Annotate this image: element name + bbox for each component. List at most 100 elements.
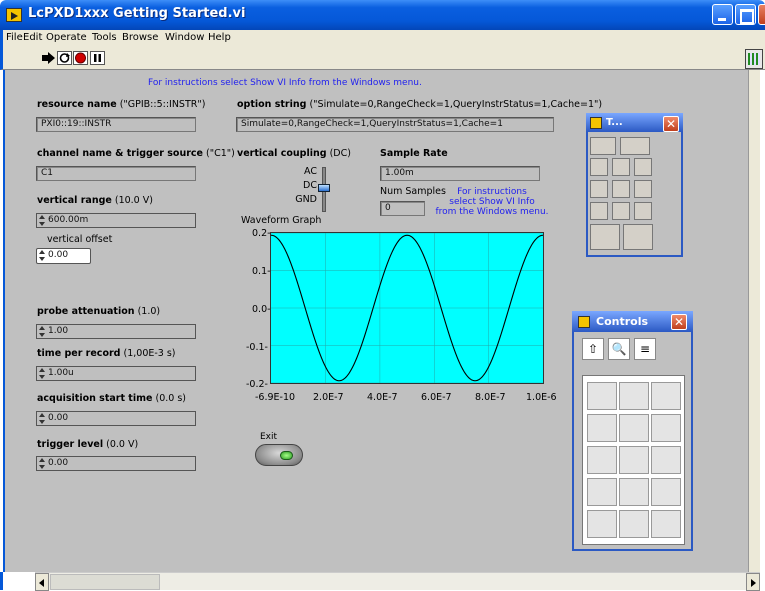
coupling-option-ac[interactable]: AC [295,166,317,177]
run-continuously-icon[interactable] [57,51,72,65]
channel-field[interactable]: C1 [36,166,196,181]
refnum-icon[interactable] [651,446,681,474]
user-controls-icon[interactable] [651,510,681,538]
spin-arrows-icon[interactable] [38,458,45,469]
window-frame-left [0,572,35,590]
probe-attenuation-control[interactable]: 1.00 [36,324,196,339]
breakpoint-icon[interactable] [590,202,608,220]
classic-controls-icon[interactable] [619,478,649,506]
horizontal-scroll-thumb[interactable] [50,574,160,590]
time-per-record-control[interactable]: 1.00u [36,366,196,381]
menu-tools[interactable]: Tools [92,32,117,43]
x-tick-label: 6.0E-7 [421,392,452,403]
y-tick-label: -0.2- [246,379,268,390]
array-cluster-icon[interactable] [587,414,617,442]
num-samples-field[interactable]: 0 [380,201,425,216]
y-tick-label: 0.0- [252,304,271,315]
toolbar [0,47,765,70]
spin-arrows-icon[interactable] [38,368,45,379]
boolean-controls-icon[interactable] [619,382,649,410]
numeric-controls-icon[interactable] [587,382,617,410]
close-button[interactable] [758,4,765,25]
probe-attenuation-label: probe attenuation (1.0) [37,306,161,317]
string-path-icon[interactable] [651,382,681,410]
shortcut-menu-icon[interactable] [612,180,630,198]
acq-start-control[interactable]: 0.00 [36,411,196,426]
select-control-icon[interactable] [619,510,649,538]
labview-palette-icon [590,117,602,129]
vertical-scrollbar[interactable] [748,70,760,572]
coupling-option-gnd[interactable]: GND [289,194,317,205]
coupling-option-dc[interactable]: DC [295,180,317,191]
auto-tool-icon[interactable] [590,137,616,155]
controls-palette-title: Controls [596,315,649,328]
horizontal-scrollbar[interactable] [35,572,760,591]
vertical-offset-control[interactable]: 0.00 [36,248,91,264]
decorations-icon[interactable] [587,510,617,538]
probe-attenuation-value: 1.00 [48,326,69,336]
sample-rate-field[interactable]: 1.00m [380,166,540,181]
instructions-text: For instructions select Show VI Info fro… [148,78,422,88]
vertical-range-value: 600.00m [48,215,89,225]
position-arrow-icon[interactable] [612,158,630,176]
labview-app-icon [6,8,22,22]
search-icon[interactable]: 🔍 [608,338,630,360]
x-tick-label: 8.0E-7 [475,392,506,403]
menu-file[interactable]: File [6,32,23,43]
menu-help[interactable]: Help [208,32,231,43]
trigger-level-label: trigger level (0.0 V) [37,439,139,450]
resource-name-field[interactable]: PXI0::19::INSTR [36,117,196,132]
color-picker-icon[interactable] [590,224,620,250]
trigger-level-value: 0.00 [48,458,69,468]
spin-arrows-icon[interactable] [38,215,45,226]
tools-palette-close-icon[interactable]: ✕ [663,116,679,132]
io-controls-icon[interactable] [619,446,649,474]
maximize-button[interactable] [735,4,756,25]
controls-palette-close-icon[interactable]: ✕ [671,314,687,330]
ring-enum-icon[interactable] [587,446,617,474]
menu-operate[interactable]: Operate [46,32,87,43]
trigger-level-control[interactable]: 0.00 [36,456,196,471]
channel-label: channel name & trigger source ("C1") [37,148,235,159]
spin-arrows-icon[interactable] [38,413,45,424]
options-icon[interactable]: ≡ [634,338,656,360]
operate-hand-icon[interactable] [590,158,608,176]
probe-icon[interactable] [612,202,630,220]
x-tick-label: 4.0E-7 [367,392,398,403]
wire-spool-icon[interactable] [590,180,608,198]
option-string-field[interactable]: Simulate=0,RangeCheck=1,QueryInstrStatus… [236,117,554,132]
vertical-coupling-label: vertical coupling (DC) [237,148,351,159]
y-tick-label: 0.2- [252,228,271,239]
paint-brush-icon[interactable] [623,224,653,250]
list-table-icon[interactable] [619,414,649,442]
abort-icon[interactable] [73,51,88,65]
coupling-switch-thumb[interactable] [318,184,330,192]
color-copy-icon[interactable] [634,202,652,220]
option-string-label: option string ("Simulate=0,RangeCheck=1,… [237,99,603,110]
menu-browse[interactable]: Browse [122,32,158,43]
exit-led-icon [280,451,293,460]
spin-arrows-icon[interactable] [38,250,45,261]
scroll-hand-icon[interactable] [634,180,652,198]
vertical-offset-label: vertical offset [47,234,113,245]
scroll-left-arrow-icon[interactable] [35,573,49,591]
pause-icon[interactable] [90,51,105,65]
minimize-button[interactable] [712,4,733,25]
menu-edit[interactable]: Edit [23,32,42,43]
vi-connector-icon[interactable] [745,49,763,69]
auto-select-indicator-icon [620,137,650,155]
exit-button[interactable] [255,444,303,466]
dialog-controls-icon[interactable] [587,478,617,506]
menu-window[interactable]: Window [165,32,204,43]
activex-icon[interactable] [651,478,681,506]
run-arrow-icon[interactable] [41,51,56,65]
scroll-right-arrow-icon[interactable] [746,573,760,591]
up-arrow-icon[interactable]: ⇧ [582,338,604,360]
y-tick-label: 0.1- [252,266,271,277]
edit-text-icon[interactable] [634,158,652,176]
graph-controls-icon[interactable] [651,414,681,442]
vertical-range-control[interactable]: 600.00m [36,213,196,228]
waveform-plot-area[interactable] [270,232,544,384]
spin-arrows-icon[interactable] [38,326,45,337]
title-bar: LcPXD1xxx Getting Started.vi [0,0,765,30]
